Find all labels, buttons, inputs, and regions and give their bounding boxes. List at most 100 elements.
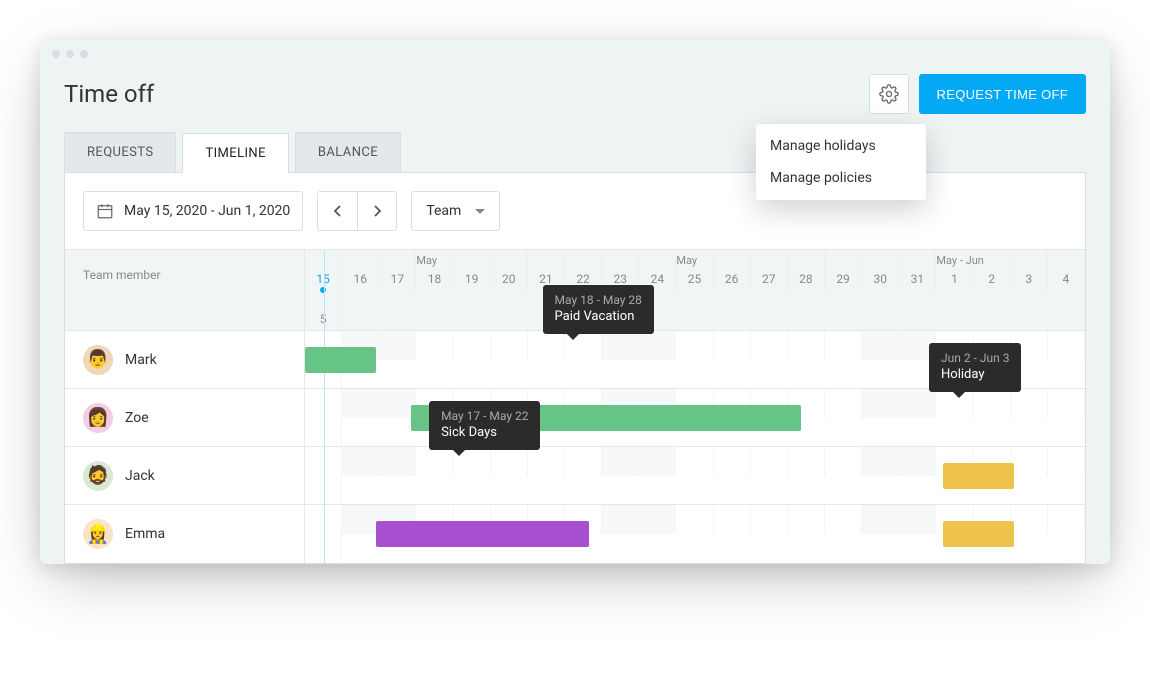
- traffic-light-close[interactable]: [52, 50, 60, 58]
- day-header-cell: 26: [714, 250, 751, 290]
- today-marker-line: [324, 250, 325, 563]
- timeline-row: 👷‍♀️ Emma: [65, 505, 1085, 563]
- prev-button[interactable]: [317, 191, 357, 231]
- day-cell: [1011, 389, 1048, 418]
- settings-button[interactable]: [869, 74, 909, 114]
- day-cell: [639, 447, 676, 476]
- day-header-cell: 16: [342, 250, 379, 290]
- header-actions: REQUEST TIME OFF Manage holidays Manage …: [869, 74, 1086, 114]
- month-label: May: [416, 254, 437, 267]
- day-cell: [676, 447, 713, 476]
- member-name: Jack: [125, 468, 155, 484]
- chevron-left-icon: [333, 204, 343, 218]
- day-cell: [416, 447, 453, 476]
- timeoff-bar[interactable]: [305, 347, 376, 373]
- day-header-cell: 28: [788, 250, 825, 290]
- day-cell: [899, 505, 936, 534]
- date-range-picker[interactable]: May 15, 2020 - Jun 1, 2020: [83, 191, 303, 231]
- day-header-cell: 4: [1048, 250, 1085, 290]
- timeline-row: 👩ZoeJun 2 - Jun 3Holiday: [65, 389, 1085, 447]
- menu-manage-policies[interactable]: Manage policies: [756, 162, 926, 194]
- toolbar: May 15, 2020 - Jun 1, 2020 Team: [65, 191, 1085, 249]
- timeoff-bar[interactable]: [376, 521, 589, 547]
- timeline-body: 👨MarkMay 18 - May 28Paid Vacation👩ZoeJun…: [65, 331, 1085, 563]
- day-cell: [1048, 331, 1085, 360]
- day-cell: [602, 447, 639, 476]
- day-header-cell: 23: [602, 250, 639, 290]
- day-cell: [379, 447, 416, 476]
- next-button[interactable]: [357, 191, 397, 231]
- day-cell: [528, 331, 565, 360]
- day-cell: [676, 331, 713, 360]
- day-cell: [1011, 447, 1048, 476]
- calendar-icon: [96, 202, 114, 220]
- member-cell: 👷‍♀️ Emma: [65, 505, 305, 563]
- member-name: Zoe: [125, 410, 149, 426]
- day-cell: [862, 331, 899, 360]
- day-cell: [342, 389, 379, 418]
- filter-select[interactable]: Team: [411, 191, 500, 231]
- tab-balance[interactable]: BALANCE: [295, 132, 401, 172]
- member-cell: 🧔 Jack: [65, 447, 305, 504]
- day-cell: [788, 505, 825, 534]
- day-cell: [862, 447, 899, 476]
- traffic-light-max[interactable]: [80, 50, 88, 58]
- day-cell: [676, 505, 713, 534]
- avatar: 👨: [83, 345, 113, 375]
- tab-requests[interactable]: REQUESTS: [64, 132, 176, 172]
- day-header-cell: 17: [379, 250, 416, 290]
- member-cell: 👨 Mark: [65, 331, 305, 388]
- days-header: MayMayMay - Jun 151617181920212223242526…: [305, 250, 1085, 330]
- avatar: 🧔: [83, 461, 113, 491]
- day-cell: [342, 447, 379, 476]
- traffic-light-min[interactable]: [66, 50, 74, 58]
- day-cell: [602, 331, 639, 360]
- day-header-cell: 24: [639, 250, 676, 290]
- chevron-right-icon: [372, 204, 382, 218]
- day-header-cell: 22: [565, 250, 602, 290]
- day-cell: [491, 447, 528, 476]
- day-cell: [454, 331, 491, 360]
- day-header-cell: 20: [491, 250, 528, 290]
- day-cell: [379, 331, 416, 360]
- window-title-bar: [40, 40, 1110, 68]
- timeline-row: 🧔JackMay 17 - May 22Sick Days: [65, 447, 1085, 505]
- member-name: Mark: [125, 352, 157, 368]
- tooltip: Jun 2 - Jun 3Holiday: [929, 343, 1021, 392]
- day-cell: [1048, 447, 1085, 476]
- request-time-off-button[interactable]: REQUEST TIME OFF: [919, 74, 1086, 114]
- day-cell: [862, 389, 899, 418]
- days-cell: [305, 505, 1085, 563]
- day-cell: [974, 389, 1011, 418]
- day-header-cell: 31: [899, 250, 936, 290]
- member-cell: 👩Zoe: [65, 389, 305, 446]
- day-cell: [714, 447, 751, 476]
- app-window: Time off REQUEST TIME OFF Manage holiday…: [40, 40, 1110, 564]
- tab-timeline[interactable]: TIMELINE: [182, 133, 288, 173]
- day-cell: [751, 505, 788, 534]
- tooltip-label: Holiday: [941, 367, 1009, 382]
- timeoff-bar[interactable]: [943, 463, 1014, 489]
- main-panel: May 15, 2020 - Jun 1, 2020 Team Team mem…: [64, 172, 1086, 564]
- day-header-cell: 30: [862, 250, 899, 290]
- member-name: Emma: [125, 526, 165, 542]
- day-cell: [714, 331, 751, 360]
- day-cell: [565, 447, 602, 476]
- day-cell: [899, 447, 936, 476]
- day-cell: [899, 389, 936, 418]
- day-cell: [751, 331, 788, 360]
- day-cell: [825, 447, 862, 476]
- day-cell: [788, 447, 825, 476]
- month-label: May - Jun: [936, 254, 983, 267]
- tooltip-label: Paid Vacation: [555, 309, 642, 324]
- day-cell: [751, 447, 788, 476]
- tooltip-dates: May 18 - May 28: [555, 293, 642, 307]
- timeoff-bar[interactable]: [943, 521, 1014, 547]
- days-cell: Jun 2 - Jun 3Holiday: [305, 389, 1085, 446]
- menu-manage-holidays[interactable]: Manage holidays: [756, 130, 926, 162]
- day-cell: [825, 505, 862, 534]
- day-cell: [825, 331, 862, 360]
- day-cell: [491, 331, 528, 360]
- avatar: 👷‍♀️: [83, 519, 113, 549]
- day-header-cell: 21: [528, 250, 565, 290]
